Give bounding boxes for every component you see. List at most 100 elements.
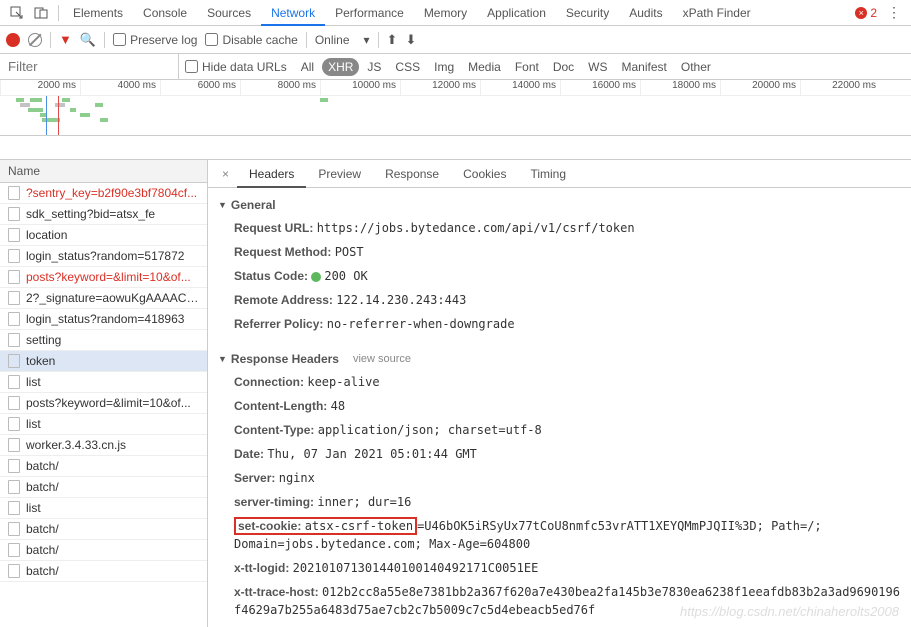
name-header[interactable]: Name: [0, 160, 207, 183]
request-row[interactable]: token: [0, 351, 207, 372]
request-row[interactable]: login_status?random=517872: [0, 246, 207, 267]
request-row[interactable]: list: [0, 372, 207, 393]
filter-type-manifest[interactable]: Manifest: [616, 58, 673, 76]
tab-memory[interactable]: Memory: [414, 0, 477, 26]
header-row: Content-Type: application/json; charset=…: [218, 418, 901, 442]
file-icon: [8, 459, 20, 473]
request-row[interactable]: batch/: [0, 477, 207, 498]
clear-button[interactable]: [28, 33, 42, 47]
preserve-log-checkbox[interactable]: Preserve log: [113, 33, 197, 47]
general-section: ▼General Request URL: https://jobs.byted…: [208, 188, 911, 342]
request-row[interactable]: login_status?random=418963: [0, 309, 207, 330]
file-icon: [8, 207, 20, 221]
request-row[interactable]: list: [0, 498, 207, 519]
detail-tab-response[interactable]: Response: [373, 160, 451, 188]
request-row[interactable]: setting: [0, 330, 207, 351]
filter-type-xhr[interactable]: XHR: [322, 58, 359, 76]
file-icon: [8, 333, 20, 347]
file-icon: [8, 480, 20, 494]
request-row[interactable]: batch/: [0, 456, 207, 477]
file-icon: [8, 438, 20, 452]
detail-tab-preview[interactable]: Preview: [306, 160, 373, 188]
file-icon: [8, 543, 20, 557]
disable-cache-checkbox[interactable]: Disable cache: [205, 33, 297, 47]
filter-type-img[interactable]: Img: [428, 58, 460, 76]
filter-type-ws[interactable]: WS: [582, 58, 613, 76]
tab-sources[interactable]: Sources: [197, 0, 261, 26]
request-row[interactable]: ?sentry_key=b2f90e3bf7804cf...: [0, 183, 207, 204]
error-badge[interactable]: ×2: [855, 6, 877, 20]
request-name: posts?keyword=&limit=10&of...: [26, 396, 191, 410]
blank-strip: [0, 136, 911, 160]
general-row: Remote Address: 122.14.230.243:443: [218, 288, 901, 312]
request-row[interactable]: list: [0, 414, 207, 435]
tab-audits[interactable]: Audits: [619, 0, 672, 26]
request-row[interactable]: posts?keyword=&limit=10&of...: [0, 267, 207, 288]
filter-input[interactable]: [0, 55, 178, 79]
file-icon: [8, 417, 20, 431]
response-headers-title[interactable]: ▼Response Headersview source: [218, 352, 901, 366]
close-icon[interactable]: ×: [214, 167, 237, 181]
filter-type-font[interactable]: Font: [509, 58, 545, 76]
filter-type-other[interactable]: Other: [675, 58, 717, 76]
throttling-select[interactable]: Online▾: [315, 33, 370, 47]
request-row[interactable]: 2?_signature=aowuKgAAAACb...: [0, 288, 207, 309]
search-icon[interactable]: 🔍: [80, 32, 96, 48]
timeline-overview[interactable]: 2000 ms4000 ms6000 ms8000 ms10000 ms1200…: [0, 80, 911, 136]
detail-tab-cookies[interactable]: Cookies: [451, 160, 518, 188]
header-row: Connection: keep-alive: [218, 370, 901, 394]
request-name: list: [26, 501, 41, 515]
request-row[interactable]: batch/: [0, 540, 207, 561]
request-name: location: [26, 228, 67, 242]
request-name: posts?keyword=&limit=10&of...: [26, 270, 191, 284]
set-cookie-row: set-cookie: atsx-csrf-token=U46bOK5iRSyU…: [218, 514, 901, 556]
device-toggle-icon[interactable]: [30, 2, 52, 24]
download-icon[interactable]: ⬇: [405, 32, 416, 48]
header-row: x-tt-trace-tag: id=00;cdn-cache=miss: [218, 622, 901, 627]
divider: [378, 32, 379, 48]
general-title[interactable]: ▼General: [218, 198, 901, 212]
tab-performance[interactable]: Performance: [325, 0, 414, 26]
record-button[interactable]: [6, 33, 20, 47]
hide-data-urls-checkbox[interactable]: Hide data URLs: [185, 60, 287, 74]
more-menu-icon[interactable]: ⋮: [887, 4, 901, 21]
tab-xpath-finder[interactable]: xPath Finder: [673, 0, 761, 26]
upload-icon[interactable]: ⬆: [387, 32, 398, 48]
filter-type-doc[interactable]: Doc: [547, 58, 580, 76]
filter-type-all[interactable]: All: [295, 58, 320, 76]
file-icon: [8, 312, 20, 326]
timeline-tick: 20000 ms: [720, 80, 800, 95]
request-row[interactable]: batch/: [0, 561, 207, 582]
tab-security[interactable]: Security: [556, 0, 619, 26]
request-row[interactable]: batch/: [0, 519, 207, 540]
filter-icon[interactable]: ▼: [59, 32, 72, 47]
view-source-link[interactable]: view source: [353, 353, 411, 365]
tab-elements[interactable]: Elements: [63, 0, 133, 26]
tab-console[interactable]: Console: [133, 0, 197, 26]
request-row[interactable]: worker.3.4.33.cn.js: [0, 435, 207, 456]
file-icon: [8, 396, 20, 410]
request-name: ?sentry_key=b2f90e3bf7804cf...: [26, 186, 197, 200]
general-row: Request URL: https://jobs.bytedance.com/…: [218, 216, 901, 240]
request-row[interactable]: posts?keyword=&limit=10&of...: [0, 393, 207, 414]
tab-application[interactable]: Application: [477, 0, 556, 26]
filter-type-css[interactable]: CSS: [389, 58, 426, 76]
file-icon: [8, 291, 20, 305]
request-row[interactable]: sdk_setting?bid=atsx_fe: [0, 204, 207, 225]
filter-type-js[interactable]: JS: [361, 58, 387, 76]
divider: [104, 32, 105, 48]
inspect-icon[interactable]: [6, 2, 28, 24]
timeline-tick: 14000 ms: [480, 80, 560, 95]
tab-network[interactable]: Network: [261, 0, 325, 26]
devtools-tab-bar: ElementsConsoleSourcesNetworkPerformance…: [0, 0, 911, 26]
request-name: token: [26, 354, 55, 368]
divider: [306, 32, 307, 48]
request-name: batch/: [26, 480, 59, 494]
request-row[interactable]: location: [0, 225, 207, 246]
filter-type-media[interactable]: Media: [462, 58, 507, 76]
request-name: batch/: [26, 564, 59, 578]
detail-tab-timing[interactable]: Timing: [518, 160, 578, 188]
detail-tab-headers[interactable]: Headers: [237, 160, 306, 188]
header-row: Server: nginx: [218, 466, 901, 490]
request-name: batch/: [26, 522, 59, 536]
